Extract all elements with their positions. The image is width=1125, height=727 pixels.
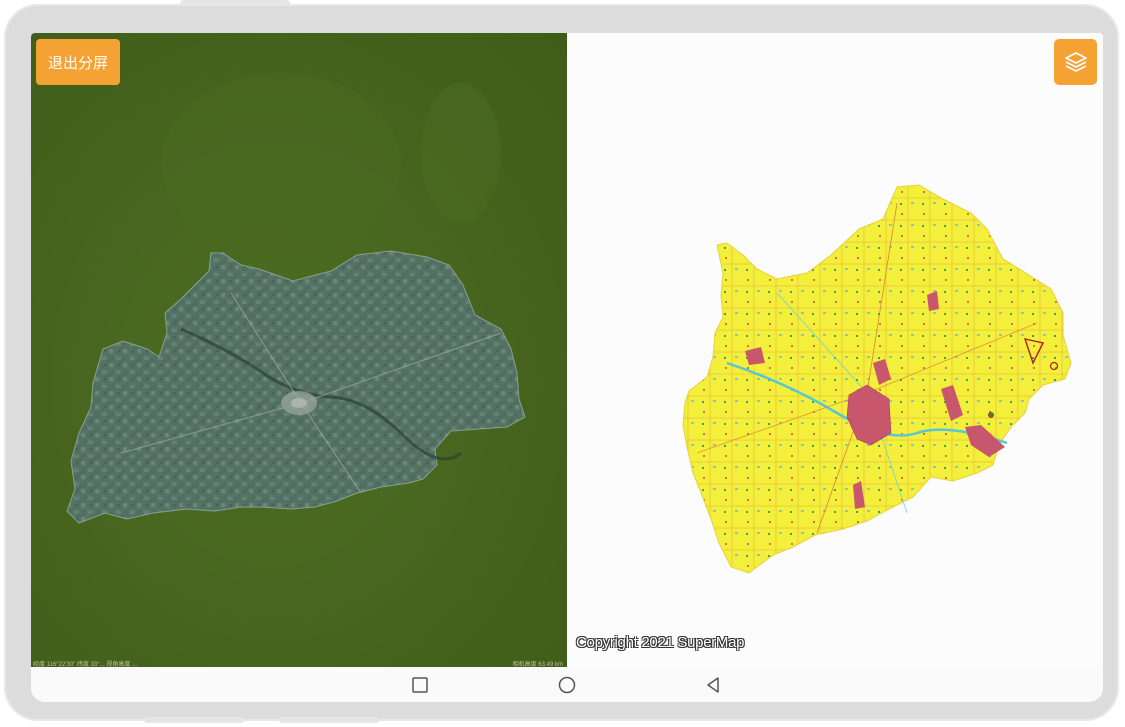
power-button	[180, 0, 290, 6]
triangle-back-icon	[707, 677, 719, 693]
region-landuse	[682, 184, 1072, 574]
layers-icon	[1064, 52, 1087, 72]
copyright-text: Copyright 2021 SuperMap	[576, 634, 745, 651]
back-button[interactable]	[703, 675, 723, 695]
satellite-map[interactable]	[31, 33, 567, 667]
screen: 退出分屏 经度 116°22'30" 纬度 33°... 视角高度 ... 相机…	[31, 33, 1103, 702]
circle-icon	[558, 676, 576, 694]
recents-button[interactable]	[410, 675, 430, 695]
region-satellite	[66, 250, 526, 524]
satellite-scene-pane[interactable]: 退出分屏 经度 116°22'30" 纬度 33°... 视角高度 ... 相机…	[31, 33, 567, 667]
exit-split-screen-button[interactable]: 退出分屏	[36, 39, 120, 85]
home-button[interactable]	[557, 675, 577, 695]
volume-button-2	[279, 717, 379, 723]
volume-button	[144, 717, 244, 723]
landuse-map[interactable]	[567, 33, 1103, 667]
landuse-map-pane[interactable]: Copyright 2021 SuperMap	[567, 33, 1103, 667]
camera-height-readout: 相机高度 63.49 km	[512, 662, 563, 667]
coordinate-readout: 经度 116°22'30" 纬度 33°... 视角高度 ...	[33, 662, 137, 667]
square-icon	[412, 677, 428, 693]
tablet-frame: 退出分屏 经度 116°22'30" 纬度 33°... 视角高度 ... 相机…	[4, 0, 1119, 723]
layers-button[interactable]	[1054, 39, 1097, 85]
system-nav-bar	[31, 667, 1103, 702]
